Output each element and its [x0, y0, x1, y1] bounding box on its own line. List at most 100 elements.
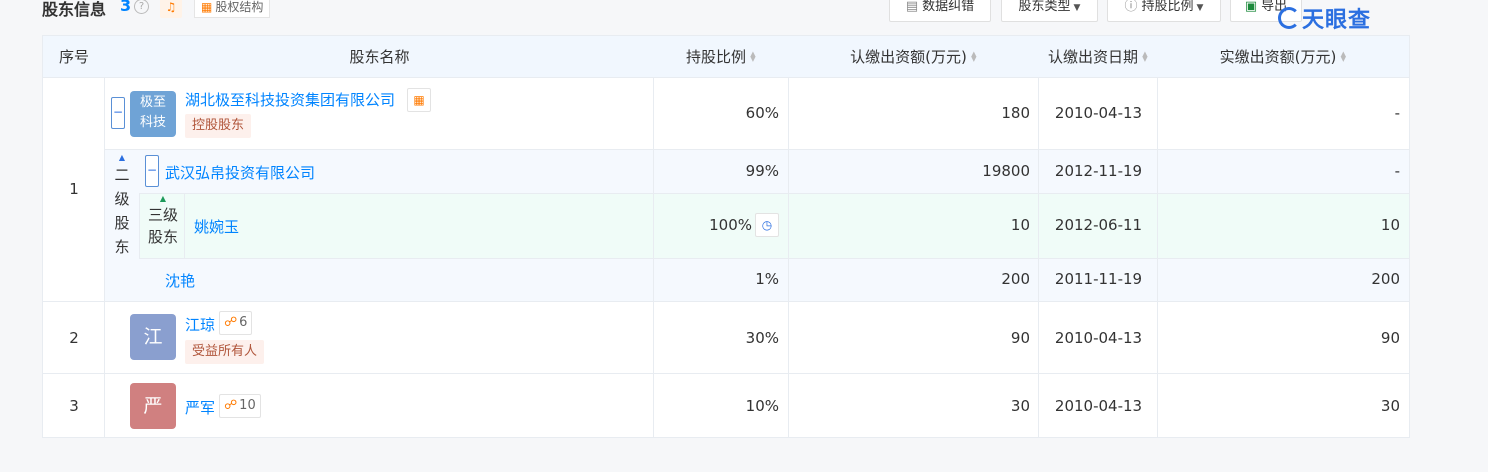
divider	[104, 78, 105, 438]
divider	[105, 149, 1409, 150]
column-paid-amount[interactable]: 实缴出资额(万元) ▲ ▼	[1158, 36, 1409, 78]
help-circle-icon: ⓘ	[1124, 0, 1138, 14]
chain-count: 10	[239, 398, 256, 413]
sort-icon[interactable]: ▲ ▼	[1339, 51, 1347, 63]
org-chart-icon[interactable]: ▦	[407, 88, 431, 112]
subscribed-date-value: 2010-04-13	[1054, 104, 1143, 122]
paid-amount-value: -	[1394, 162, 1400, 180]
subscribed-date-value: 2010-04-13	[1054, 397, 1143, 415]
subscribed-date-value: 2012-06-11	[1054, 216, 1143, 234]
sort-icon[interactable]: ▲ ▼	[970, 51, 978, 63]
divider	[139, 193, 140, 258]
shareholder-name-link[interactable]: 武汉弘帛投资有限公司	[165, 162, 315, 183]
bell-icon[interactable]: ♫	[160, 0, 182, 18]
level2-label-char: 股	[114, 214, 130, 232]
section-title: 股东信息	[42, 0, 107, 19]
shareholder-name-link[interactable]: 严军	[185, 397, 215, 418]
subscribed-date-value: 2010-04-13	[1054, 329, 1143, 347]
section-header: 股东信息 3 ? ♫ ▦ 股权结构 ▤ 数据纠错 股东类型 ▼ ⓘ 持股比例 ▼ ▣ 导出	[42, 0, 1412, 24]
share-ratio-dropdown[interactable]: ⓘ 持股比例 ▼	[1107, 0, 1221, 22]
equity-structure-button[interactable]: ▦ 股权结构	[194, 0, 271, 18]
divider	[43, 373, 1409, 374]
subscribed-amount-value: 200	[1001, 270, 1030, 288]
column-ratio[interactable]: 持股比例 ▲ ▼	[654, 36, 789, 78]
logo-text: 天眼查	[1302, 8, 1372, 33]
paid-amount-value: 200	[1371, 270, 1400, 288]
column-name-label: 股东名称	[349, 48, 410, 66]
shareholder-name-link[interactable]: 姚婉玉	[194, 216, 239, 237]
shareholder-count: 3	[120, 0, 132, 15]
ratio-value: 100%	[709, 216, 752, 234]
level3-label: ▲ 三级 股东	[143, 194, 183, 248]
chain-count: 6	[239, 315, 248, 330]
avatar-text: 极至	[139, 95, 166, 110]
subscribed-amount-value: 180	[1001, 104, 1030, 122]
equity-chain-button[interactable]: ☍ 6	[219, 311, 253, 335]
collapse-toggle[interactable]: −	[111, 97, 125, 129]
ratio-value: 10%	[745, 397, 779, 415]
divider	[43, 301, 1409, 302]
paid-amount-value: 90	[1380, 329, 1400, 347]
column-index: 序号	[43, 36, 105, 78]
shareholder-name-link[interactable]: 湖北极至科技投资集团有限公司	[185, 89, 395, 110]
level3-label-text: 三级	[147, 206, 178, 224]
divider	[139, 193, 1409, 194]
logo-mark-icon	[1278, 7, 1300, 29]
beneficial-owner-tag: 受益所有人	[185, 340, 265, 364]
equity-chain-icon: ☍	[224, 315, 238, 330]
equity-chain-button[interactable]: ☍ 10	[219, 394, 261, 418]
shareholder-type-dropdown[interactable]: 股东类型 ▼	[1001, 0, 1098, 22]
caret-up-icon[interactable]: ▲	[143, 194, 183, 204]
level3-label-text: 股东	[147, 228, 178, 246]
subscribed-date-value: 2012-11-19	[1054, 162, 1143, 180]
ratio-value: 99%	[745, 162, 779, 180]
column-subscribed-amount[interactable]: 认缴出资额(万元) ▲ ▼	[789, 36, 1039, 78]
help-icon[interactable]: ?	[134, 0, 149, 14]
divider	[139, 258, 1409, 259]
controlling-shareholder-tag: 控股股东	[185, 114, 252, 138]
clock-icon[interactable]: ◷	[755, 213, 779, 237]
subscribed-amount-value: 19800	[982, 162, 1030, 180]
shareholder-panel: 股东信息 3 ? ♫ ▦ 股权结构 ▤ 数据纠错 股东类型 ▼ ⓘ 持股比例 ▼ ▣ 导出 …	[0, 0, 1488, 472]
table-header: 序号 股东名称 持股比例 ▲ ▼ 认缴出资额(万元) ▲ ▼ 认缴出资日期 ▲ ▼ 实缴出资…	[43, 36, 1409, 78]
equity-structure-label: 股权结构	[215, 0, 264, 14]
paid-amount-value: 10	[1380, 216, 1400, 234]
column-subscribed-amount-label: 认缴出资额(万元)	[850, 48, 967, 66]
row-index: 3	[69, 397, 79, 415]
subscribed-amount-value: 90	[1010, 329, 1030, 347]
level2-label: ▲ 二 级 股 东	[111, 153, 133, 259]
ratio-value: 1%	[755, 270, 779, 288]
shareholder-table: 序号 股东名称 持股比例 ▲ ▼ 认缴出资额(万元) ▲ ▼ 认缴出资日期 ▲ ▼ 实缴出资…	[42, 35, 1410, 438]
row-index: 2	[69, 329, 79, 347]
caret-down-icon: ▼	[1073, 3, 1081, 13]
column-paid-amount-label: 实缴出资额(万元)	[1219, 48, 1337, 66]
excel-icon: ▣	[1244, 0, 1258, 14]
caret-up-icon[interactable]: ▲	[111, 153, 133, 163]
ratio-value: 30%	[745, 329, 779, 347]
ratio-value: 60%	[745, 104, 779, 122]
shareholder-type-label: 股东类型	[1018, 0, 1071, 14]
column-name: 股东名称	[105, 36, 654, 78]
collapse-toggle[interactable]: −	[145, 155, 159, 187]
avatar-text: 科技	[139, 115, 166, 130]
data-correction-label: 数据纠错	[922, 0, 975, 14]
divider	[184, 193, 185, 258]
data-correction-button[interactable]: ▤ 数据纠错	[889, 0, 991, 22]
column-index-label: 序号	[58, 48, 89, 66]
document-search-icon: ▤	[905, 0, 919, 14]
shareholder-name-link[interactable]: 江琼	[185, 314, 215, 335]
equity-chain-icon: ☍	[224, 398, 238, 413]
level2-label-char: 级	[114, 190, 130, 208]
sort-icon[interactable]: ▲ ▼	[749, 51, 757, 63]
sort-icon[interactable]: ▲ ▼	[1141, 51, 1149, 63]
shareholder-name-link[interactable]: 沈艳	[165, 270, 195, 291]
column-subscribed-date[interactable]: 认缴出资日期 ▲ ▼	[1039, 36, 1158, 78]
paid-amount-value: -	[1394, 104, 1400, 122]
column-subscribed-date-label: 认缴出资日期	[1047, 48, 1138, 66]
paid-amount-value: 30	[1380, 397, 1400, 415]
org-chart-icon: ▦	[201, 0, 213, 14]
share-ratio-label: 持股比例	[1141, 0, 1194, 14]
avatar: 严	[130, 383, 176, 429]
row-index: 1	[69, 180, 79, 198]
avatar: 江	[130, 314, 176, 360]
